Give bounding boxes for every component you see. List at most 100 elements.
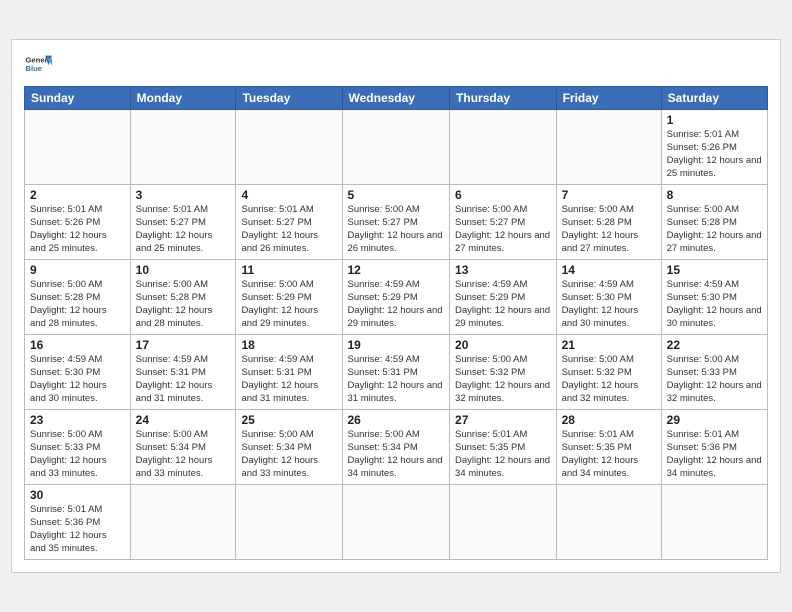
day-cell: 6Sunrise: 5:00 AM Sunset: 5:27 PM Daylig… — [450, 185, 557, 260]
day-number: 6 — [455, 188, 551, 202]
day-info: Sunrise: 4:59 AM Sunset: 5:31 PM Dayligh… — [348, 354, 445, 405]
calendar-body: 1 Sunrise: 5:01 AM Sunset: 5:26 PM Daylig… — [25, 110, 768, 559]
day-info: Sunrise: 4:59 AM Sunset: 5:31 PM Dayligh… — [241, 354, 336, 405]
day-cell: 4 Sunrise: 5:01 AM Sunset: 5:27 PM Daylig… — [236, 185, 342, 260]
day-number: 21 — [562, 338, 656, 352]
day-cell: 8 Sunrise: 5:00 AM Sunset: 5:28 PM Daylig… — [661, 185, 767, 260]
day-info: Sunrise: 5:01 AM Sunset: 5:36 PM Dayligh… — [30, 504, 125, 555]
day-number: 27 — [455, 413, 551, 427]
day-cell: 17Sunrise: 4:59 AM Sunset: 5:31 PM Dayli… — [130, 335, 236, 410]
calendar-container: General Blue SundayMondayTuesdayWednesda… — [11, 39, 781, 572]
week-row-0: 1 Sunrise: 5:01 AM Sunset: 5:26 PM Daylig… — [25, 110, 768, 185]
weekday-header-wednesday: Wednesday — [342, 87, 450, 110]
week-row-2: 9Sunrise: 5:00 AM Sunset: 5:28 PM Daylig… — [25, 260, 768, 335]
day-cell: 9Sunrise: 5:00 AM Sunset: 5:28 PM Daylig… — [25, 260, 131, 335]
day-info: Sunrise: 5:00 AM Sunset: 5:34 PM Dayligh… — [348, 429, 445, 480]
day-cell — [661, 485, 767, 559]
calendar-table: SundayMondayTuesdayWednesdayThursdayFrid… — [24, 86, 768, 559]
day-cell: 28Sunrise: 5:01 AM Sunset: 5:35 PM Dayli… — [556, 410, 661, 485]
day-info: Sunrise: 4:59 AM Sunset: 5:30 PM Dayligh… — [562, 279, 656, 330]
day-cell: 24 Sunrise: 5:00 AM Sunset: 5:34 PM Dayli… — [130, 410, 236, 485]
day-cell — [342, 485, 450, 559]
day-cell: 30 Sunrise: 5:01 AM Sunset: 5:36 PM Dayli… — [25, 485, 131, 559]
day-info: Sunrise: 5:00 AM Sunset: 5:32 PM Dayligh… — [562, 354, 656, 405]
day-info: Sunrise: 5:00 AM Sunset: 5:27 PM Dayligh… — [348, 204, 445, 255]
day-number: 9 — [30, 263, 125, 277]
day-info: Sunrise: 4:59 AM Sunset: 5:30 PM Dayligh… — [30, 354, 125, 405]
day-number: 13 — [455, 263, 551, 277]
day-cell: 15Sunrise: 4:59 AM Sunset: 5:30 PM Dayli… — [661, 260, 767, 335]
day-number: 2 — [30, 188, 125, 202]
svg-text:Blue: Blue — [25, 64, 42, 73]
day-cell: 23Sunrise: 5:00 AM Sunset: 5:33 PM Dayli… — [25, 410, 131, 485]
day-info: Sunrise: 4:59 AM Sunset: 5:29 PM Dayligh… — [348, 279, 445, 330]
week-row-4: 23Sunrise: 5:00 AM Sunset: 5:33 PM Dayli… — [25, 410, 768, 485]
day-info: Sunrise: 5:00 AM Sunset: 5:34 PM Dayligh… — [136, 429, 231, 480]
day-cell: 29Sunrise: 5:01 AM Sunset: 5:36 PM Dayli… — [661, 410, 767, 485]
day-number: 19 — [348, 338, 445, 352]
day-cell: 13 Sunrise: 4:59 AM Sunset: 5:29 PM Dayli… — [450, 260, 557, 335]
week-row-5: 30 Sunrise: 5:01 AM Sunset: 5:36 PM Dayli… — [25, 485, 768, 559]
weekday-row: SundayMondayTuesdayWednesdayThursdayFrid… — [25, 87, 768, 110]
day-cell: 2 Sunrise: 5:01 AM Sunset: 5:26 PM Daylig… — [25, 185, 131, 260]
header: General Blue — [24, 50, 768, 78]
day-cell — [130, 485, 236, 559]
day-cell: 3 Sunrise: 5:01 AM Sunset: 5:27 PM Daylig… — [130, 185, 236, 260]
day-cell: 14 Sunrise: 4:59 AM Sunset: 5:30 PM Dayli… — [556, 260, 661, 335]
day-number: 10 — [136, 263, 231, 277]
day-info: Sunrise: 5:01 AM Sunset: 5:26 PM Dayligh… — [30, 204, 125, 255]
day-number: 15 — [667, 263, 762, 277]
day-cell: 10Sunrise: 5:00 AM Sunset: 5:28 PM Dayli… — [130, 260, 236, 335]
day-number: 28 — [562, 413, 656, 427]
day-cell: 11Sunrise: 5:00 AM Sunset: 5:29 PM Dayli… — [236, 260, 342, 335]
week-row-1: 2 Sunrise: 5:01 AM Sunset: 5:26 PM Daylig… — [25, 185, 768, 260]
day-number: 3 — [136, 188, 231, 202]
day-number: 12 — [348, 263, 445, 277]
day-cell: 16Sunrise: 4:59 AM Sunset: 5:30 PM Dayli… — [25, 335, 131, 410]
day-number: 5 — [348, 188, 445, 202]
day-number: 8 — [667, 188, 762, 202]
day-cell: 26Sunrise: 5:00 AM Sunset: 5:34 PM Dayli… — [342, 410, 450, 485]
day-info: Sunrise: 5:01 AM Sunset: 5:36 PM Dayligh… — [667, 429, 762, 480]
day-cell: 25 Sunrise: 5:00 AM Sunset: 5:34 PM Dayli… — [236, 410, 342, 485]
day-info: Sunrise: 5:01 AM Sunset: 5:26 PM Dayligh… — [667, 129, 762, 180]
day-number: 20 — [455, 338, 551, 352]
day-info: Sunrise: 5:00 AM Sunset: 5:28 PM Dayligh… — [667, 204, 762, 255]
day-number: 1 — [667, 113, 762, 127]
day-cell: 27 Sunrise: 5:01 AM Sunset: 5:35 PM Dayli… — [450, 410, 557, 485]
day-cell — [236, 485, 342, 559]
day-info: Sunrise: 5:01 AM Sunset: 5:27 PM Dayligh… — [241, 204, 336, 255]
day-number: 4 — [241, 188, 336, 202]
day-info: Sunrise: 4:59 AM Sunset: 5:31 PM Dayligh… — [136, 354, 231, 405]
weekday-header-friday: Friday — [556, 87, 661, 110]
day-cell: 22 Sunrise: 5:00 AM Sunset: 5:33 PM Dayli… — [661, 335, 767, 410]
day-number: 18 — [241, 338, 336, 352]
day-info: Sunrise: 5:00 AM Sunset: 5:33 PM Dayligh… — [667, 354, 762, 405]
day-cell: 1 Sunrise: 5:01 AM Sunset: 5:26 PM Daylig… — [661, 110, 767, 185]
day-cell: 19 Sunrise: 4:59 AM Sunset: 5:31 PM Dayli… — [342, 335, 450, 410]
day-number: 30 — [30, 488, 125, 502]
weekday-header-monday: Monday — [130, 87, 236, 110]
day-cell: 12 Sunrise: 4:59 AM Sunset: 5:29 PM Dayli… — [342, 260, 450, 335]
day-info: Sunrise: 4:59 AM Sunset: 5:29 PM Dayligh… — [455, 279, 551, 330]
calendar-header: SundayMondayTuesdayWednesdayThursdayFrid… — [25, 87, 768, 110]
day-number: 23 — [30, 413, 125, 427]
day-cell — [556, 110, 661, 185]
day-cell — [450, 485, 557, 559]
day-cell — [556, 485, 661, 559]
logo: General Blue — [24, 50, 52, 78]
day-cell — [450, 110, 557, 185]
day-cell: 20Sunrise: 5:00 AM Sunset: 5:32 PM Dayli… — [450, 335, 557, 410]
day-number: 14 — [562, 263, 656, 277]
weekday-header-sunday: Sunday — [25, 87, 131, 110]
day-number: 25 — [241, 413, 336, 427]
day-cell — [25, 110, 131, 185]
day-info: Sunrise: 5:01 AM Sunset: 5:27 PM Dayligh… — [136, 204, 231, 255]
day-info: Sunrise: 5:00 AM Sunset: 5:34 PM Dayligh… — [241, 429, 336, 480]
day-number: 24 — [136, 413, 231, 427]
day-number: 22 — [667, 338, 762, 352]
day-cell — [236, 110, 342, 185]
weekday-header-saturday: Saturday — [661, 87, 767, 110]
day-info: Sunrise: 5:01 AM Sunset: 5:35 PM Dayligh… — [455, 429, 551, 480]
day-cell — [130, 110, 236, 185]
